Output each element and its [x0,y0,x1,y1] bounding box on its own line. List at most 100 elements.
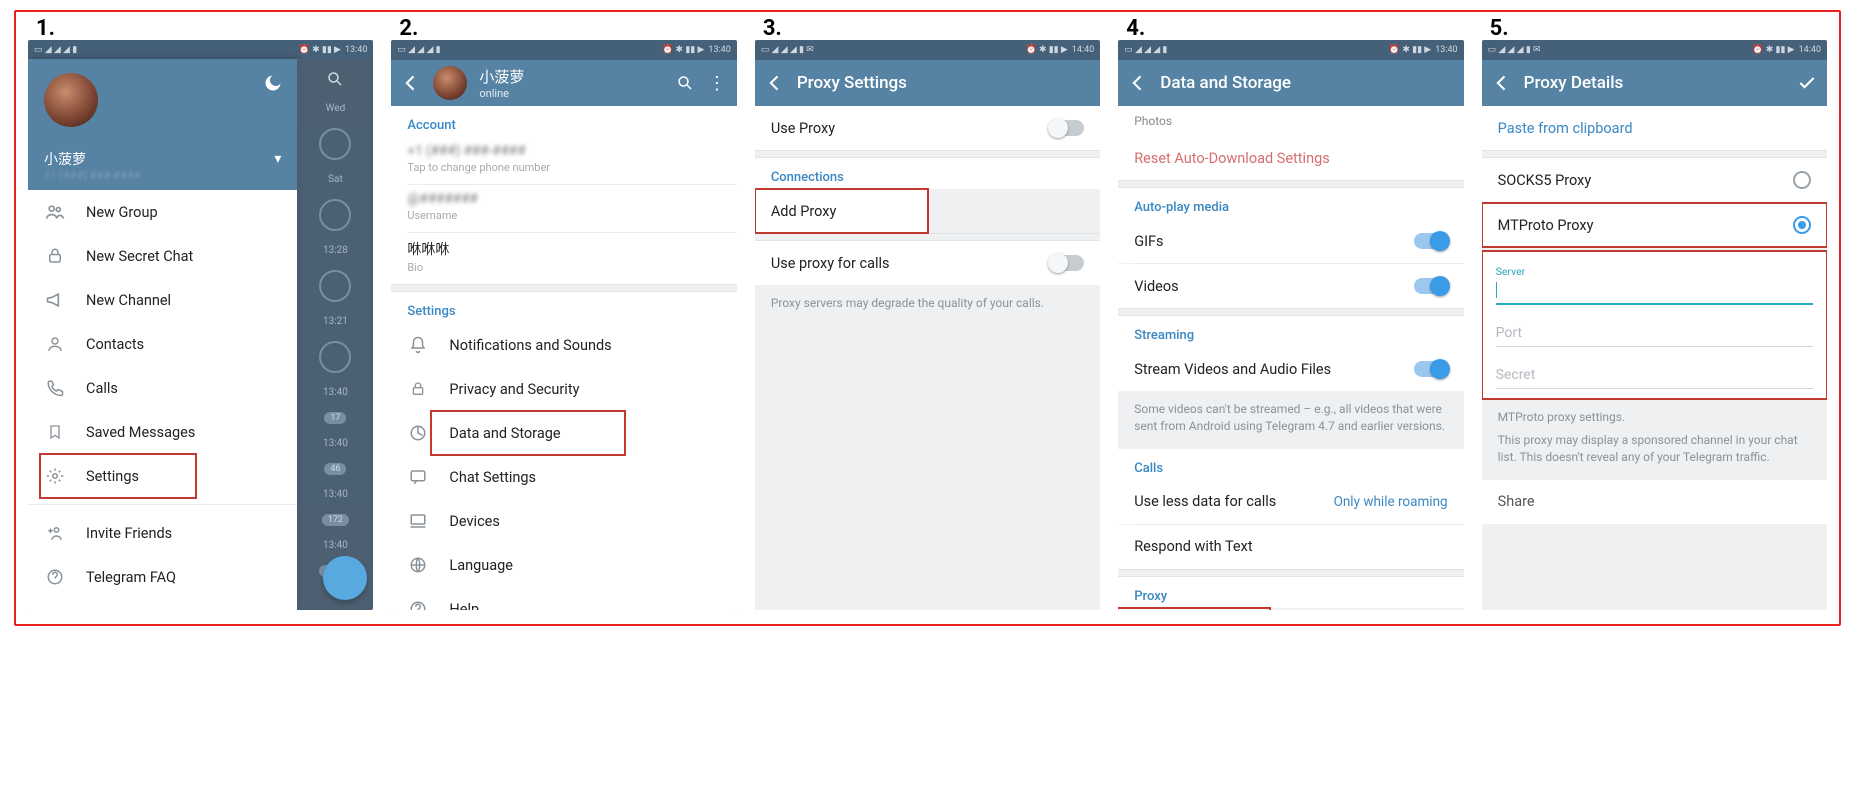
menu-new-group[interactable]: New Group [28,190,297,234]
row-proxy-calls[interactable]: Use proxy for calls [755,241,1100,285]
toggle-use-proxy[interactable] [1050,120,1084,136]
row-paste-clipboard[interactable]: Paste from clipboard [1482,106,1827,150]
row-proxy-settings[interactable]: Proxy Settings [1118,608,1270,610]
statusbar: ▭ ◢ ◢ ◢ ▮ ✉ ⏰ ✱ ▮▮ ▶ 14:40 [755,40,1100,60]
menu-contacts[interactable]: Contacts [28,322,297,366]
toggle-stream[interactable] [1414,361,1448,377]
settings-data-storage[interactable]: Data and Storage [431,411,624,455]
night-mode-icon[interactable] [263,73,283,93]
avatar[interactable] [44,73,98,127]
step-4-label: 4. [1126,16,1145,41]
statusbar: ▭ ◢ ◢ ◢ ▮ ⏰ ✱ ▮▮ ▶ 13:40 [391,40,736,60]
menu-settings[interactable]: Settings [40,454,196,498]
row-socks5[interactable]: SOCKS5 Proxy [1482,158,1827,202]
expand-icon[interactable]: ▾ [274,151,281,167]
appbar: Proxy Details [1482,60,1827,106]
account-bio[interactable]: 咻咻咻 Bio [391,233,736,284]
statusbar: ▭ ◢ ◢ ◢ ▮ ✉ ⏰ ✱ ▮▮ ▶ 14:40 [1482,40,1827,60]
screen-proxy-settings: ▭ ◢ ◢ ◢ ▮ ✉ ⏰ ✱ ▮▮ ▶ 14:40 Proxy Setting… [755,40,1100,610]
row-photos[interactable]: Photos [1118,106,1463,136]
overflow-icon[interactable]: ⋮ [707,73,727,93]
screen-settings: ▭ ◢ ◢ ◢ ▮ ⏰ ✱ ▮▮ ▶ 13:40 小菠萝 online ⋮ Ac… [391,40,736,610]
settings-devices[interactable]: Devices [391,499,736,543]
search-icon[interactable] [675,73,695,93]
phone-icon [44,377,66,399]
input-secret[interactable]: Secret [1496,357,1813,389]
settings-chat[interactable]: Chat Settings [391,455,736,499]
row-respond-text[interactable]: Respond with Text [1118,525,1463,569]
row-videos[interactable]: Videos [1118,264,1463,308]
section-account: Account [391,106,736,137]
row-stream[interactable]: Stream Videos and Audio Files [1118,347,1463,391]
search-icon[interactable] [325,69,345,89]
settings-notifications[interactable]: Notifications and Sounds [391,323,736,367]
menu-new-channel[interactable]: New Channel [28,278,297,322]
nav-drawer: 小菠萝 ▾ +1 (###) ###-#### New Group New Se… [28,59,297,610]
settings-help[interactable]: Help [391,587,736,610]
compose-fab[interactable] [323,556,367,600]
appbar: Data and Storage [1118,60,1463,106]
radio-socks5[interactable] [1793,171,1811,189]
account-phone[interactable]: +1 (###) ###-####Tap to change phone num… [391,137,736,184]
back-icon[interactable] [765,73,785,93]
section-settings: Settings [391,292,736,323]
back-icon[interactable] [401,73,421,93]
profile-name: 小菠萝 [44,149,86,169]
step-5-label: 5. [1490,16,1509,41]
page-title: Proxy Details [1524,73,1785,93]
proxy-form: Server Port Secret [1482,251,1827,399]
mtproto-hint: MTProto proxy settings. This proxy may d… [1482,399,1827,479]
menu-saved[interactable]: Saved Messages [28,410,297,454]
row-use-proxy[interactable]: Use Proxy [755,106,1100,150]
toggle-gifs[interactable] [1414,233,1448,249]
row-share[interactable]: Share [1482,480,1827,524]
menu-new-secret[interactable]: New Secret Chat [28,234,297,278]
drawer-header: 小菠萝 ▾ +1 (###) ###-#### [28,59,297,190]
monitor-icon [407,510,429,532]
toggle-videos[interactable] [1414,278,1448,294]
avatar[interactable] [433,66,467,100]
row-reset-autodownload[interactable]: Reset Auto-Download Settings [1118,136,1463,180]
page-title: Proxy Settings [797,73,1090,93]
gear-icon [44,465,66,487]
row-less-data[interactable]: Use less data for calls Only while roami… [1118,480,1463,524]
row-mtproto[interactable]: MTProto Proxy [1482,203,1827,247]
bookmark-icon [44,421,66,443]
section-calls: Calls [1118,449,1463,480]
bell-icon [407,334,429,356]
chat-icon [407,466,429,488]
back-icon[interactable] [1492,73,1512,93]
row-add-proxy[interactable]: Add Proxy [755,189,928,233]
toggle-proxy-calls[interactable] [1050,255,1084,271]
settings-language[interactable]: Language [391,543,736,587]
add-person-icon [44,522,66,544]
step-2-label: 2. [399,16,418,41]
section-connections: Connections [755,158,1100,189]
globe-icon [407,554,429,576]
section-proxy: Proxy [1118,577,1463,608]
input-server[interactable]: Server [1496,259,1813,305]
menu-invite[interactable]: Invite Friends [28,511,297,555]
radio-mtproto[interactable] [1793,216,1811,234]
confirm-icon[interactable] [1797,73,1817,93]
screen-proxy-details: ▭ ◢ ◢ ◢ ▮ ✉ ⏰ ✱ ▮▮ ▶ 14:40 Proxy Details… [1482,40,1827,610]
person-icon [44,333,66,355]
section-autoplay: Auto-play media [1118,188,1463,219]
screen-data-storage: ▭ ◢ ◢ ◢ ▮ ⏰ ✱ ▮▮ ▶ 13:40 Data and Storag… [1118,40,1463,610]
menu-faq[interactable]: Telegram FAQ [28,555,297,599]
stream-hint: Some videos can't be streamed – e.g., al… [1118,391,1463,449]
help-icon [44,566,66,588]
menu-calls[interactable]: Calls [28,366,297,410]
profile-title: 小菠萝 [479,66,662,87]
lock-icon [407,378,429,400]
step-1-label: 1. [36,16,55,41]
profile-phone-blurred: +1 (###) ###-#### [44,169,281,182]
input-port[interactable]: Port [1496,315,1813,347]
chat-list-backdrop: Wed Sat 13:28 13:21 13:40 17 13:40 46 13… [297,59,373,610]
settings-privacy[interactable]: Privacy and Security [391,367,736,411]
account-username[interactable]: @#######Username [391,185,736,232]
help-icon [407,598,429,610]
appbar: Proxy Settings [755,60,1100,106]
back-icon[interactable] [1128,73,1148,93]
row-gifs[interactable]: GIFs [1118,219,1463,263]
